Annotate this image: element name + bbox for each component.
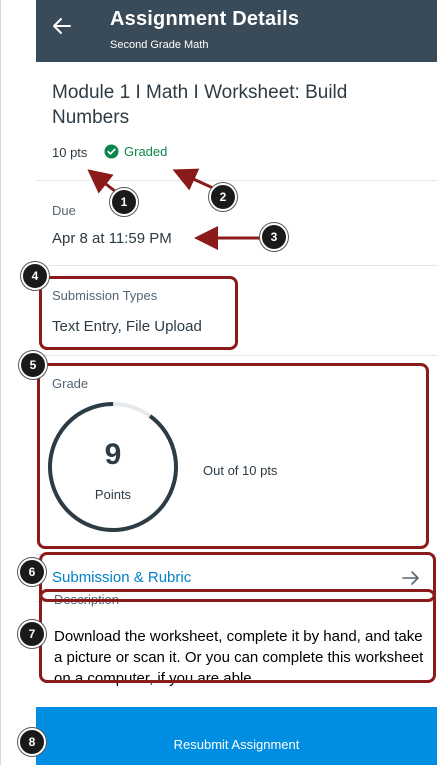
assignment-details-screen: Assignment Details Second Grade Math Mod… [36,0,437,765]
divider [36,265,437,266]
graded-status: Graded [104,144,167,159]
points-possible: 10 pts [52,145,88,160]
grade-label: Grade [52,376,89,391]
resubmit-label: Resubmit Assignment [173,737,300,752]
due-date: Apr 8 at 11:59 PM [52,230,172,247]
due-label: Due [52,203,76,218]
annotation-badge-2: 2 [209,183,237,211]
annotation-badge-4: 4 [21,262,49,290]
check-circle-icon [104,144,119,159]
graded-label: Graded [124,144,168,159]
header-title: Assignment Details [110,8,300,30]
description-label: Description [54,592,120,607]
arrow-right-icon [402,571,419,585]
annotation-badge-6: 6 [18,558,46,586]
annotation-badge-3: 3 [260,223,288,251]
page-edge [0,0,1,765]
annotation-badge-1: 1 [110,188,138,216]
annotation-badge-7: 7 [18,620,46,648]
grade-out-of: Out of 10 pts [203,463,278,478]
description-text: Download the worksheet, complete it by h… [54,628,424,687]
app-header: Assignment Details Second Grade Math [36,0,437,62]
grade-score: 9 [104,438,122,471]
header-subtitle: Second Grade Math [110,39,209,51]
submission-types-label: Submission Types [52,288,158,303]
annotation-badge-8: 8 [18,728,46,756]
back-arrow-icon[interactable] [50,14,74,38]
resubmit-assignment-button[interactable]: Resubmit Assignment [36,707,437,765]
assignment-title: Module 1 I Math I Worksheet: Build Numbe… [52,82,348,128]
submission-types-value: Text Entry, File Upload [52,318,202,335]
annotation-badge-5: 5 [19,351,47,379]
divider [36,180,437,181]
grade-unit: Points [94,487,132,502]
divider [36,355,437,356]
submission-rubric-label: Submission & Rubric [52,569,192,586]
